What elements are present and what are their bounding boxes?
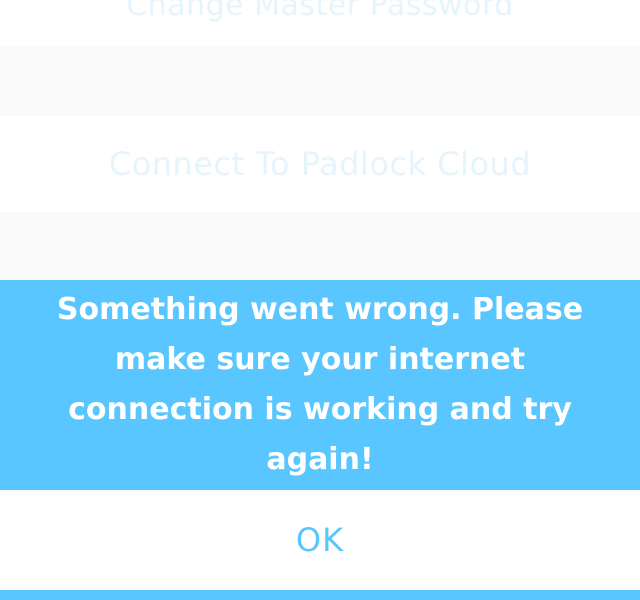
- connect-cloud-label: Connect To Padlock Cloud: [108, 145, 532, 183]
- settings-divider: [0, 212, 640, 280]
- settings-divider: [0, 46, 640, 116]
- error-dialog-message: Something went wrong. Please make sure y…: [0, 280, 640, 490]
- connect-cloud-button[interactable]: Connect To Padlock Cloud: [0, 116, 640, 212]
- bottom-accent-bar: [0, 590, 640, 600]
- error-message-text: Something went wrong. Please make sure y…: [56, 292, 584, 477]
- ok-button[interactable]: OK: [0, 490, 640, 590]
- app-screen: Change Master Password Connect To Padloc…: [0, 0, 640, 600]
- change-master-password-button[interactable]: Change Master Password: [0, 0, 640, 46]
- change-master-password-label: Change Master Password: [126, 0, 514, 23]
- ok-button-label: OK: [295, 521, 345, 559]
